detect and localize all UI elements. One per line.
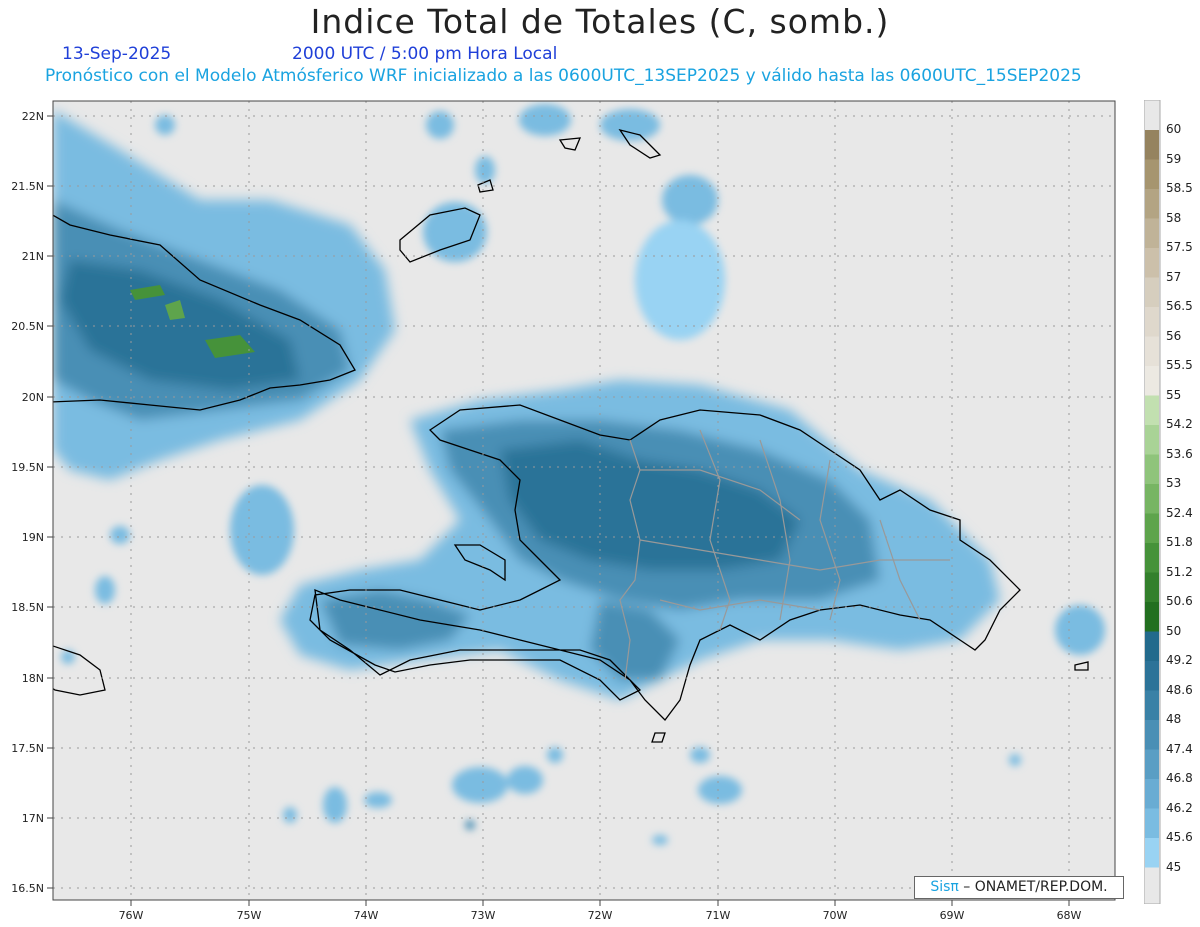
lat-label: 21N — [22, 250, 44, 263]
colorbar-label: 52.4 — [1166, 505, 1193, 520]
colorbar-label: 45 — [1166, 859, 1182, 874]
colorbar-label: 60 — [1166, 122, 1182, 136]
colorbar-swatch — [1145, 661, 1159, 691]
lat-label: 21.5N — [11, 180, 44, 193]
colorbar-label: 46.8 — [1166, 771, 1193, 785]
colorbar-swatch — [1145, 808, 1159, 838]
colorbar-label: 50.6 — [1166, 594, 1193, 608]
credit-text: – ONAMET/REP.DOM. — [958, 879, 1108, 895]
colorbar-swatch — [1145, 690, 1159, 720]
lon-label: 71W — [706, 909, 731, 922]
lat-label: 18.5N — [11, 601, 44, 614]
colorbar-swatch — [1145, 307, 1159, 337]
lat-label: 16.5N — [11, 882, 44, 895]
lon-label: 76W — [119, 909, 144, 922]
colorbar-label: 58.5 — [1166, 181, 1193, 195]
colorbar-swatch — [1145, 749, 1159, 779]
colorbar-swatch — [1145, 189, 1159, 219]
colorbar-label: 56.5 — [1166, 299, 1193, 313]
colorbar-swatch — [1145, 631, 1159, 661]
colorbar-swatch — [1145, 572, 1159, 602]
colorbar-label: 53 — [1166, 476, 1182, 490]
colorbar-swatch — [1145, 779, 1159, 809]
lon-label: 72W — [588, 909, 613, 922]
lon-label: 73W — [471, 909, 496, 922]
colorbar-label: 51.8 — [1166, 535, 1193, 549]
colorbar-label: 54.2 — [1166, 417, 1193, 431]
colorbar-swatch — [1145, 130, 1159, 160]
lat-label: 19N — [22, 531, 44, 544]
colorbar-label: 45.6 — [1166, 830, 1193, 844]
colorbar-label: 58 — [1166, 210, 1182, 225]
colorbar-label: 57.5 — [1166, 240, 1193, 254]
colorbar-label: 55 — [1166, 387, 1182, 402]
lon-label: 74W — [354, 909, 379, 922]
colorbar-swatch — [1145, 543, 1159, 573]
colorbar-label: 57 — [1166, 269, 1182, 284]
map-canvas: 22N 21.5N 21N 20.5N 20N 19.5N 19N 18.5N … — [11, 100, 1116, 922]
colorbar-label: 59 — [1166, 151, 1182, 166]
colorbar-swatch — [1145, 277, 1159, 307]
colorbar-label: 55.5 — [1166, 358, 1193, 372]
lat-label: 17N — [22, 812, 44, 825]
lat-label: 17.5N — [11, 742, 44, 755]
colorbar-label: 49.2 — [1166, 653, 1193, 667]
lon-label: 68W — [1057, 909, 1082, 922]
lon-label: 75W — [237, 909, 262, 922]
lat-label: 20.5N — [11, 320, 44, 333]
colorbar-label: 48.6 — [1166, 682, 1193, 697]
colorbar-swatch — [1145, 159, 1159, 189]
colorbar-swatch — [1145, 218, 1159, 248]
lat-label: 20N — [22, 391, 44, 404]
colorbar-swatch — [1145, 602, 1159, 632]
lat-label: 19.5N — [11, 461, 44, 474]
sispi-logo-text: Sisπ — [930, 879, 959, 895]
colorbar-swatch — [1145, 484, 1159, 514]
colorbar-swatch — [1145, 395, 1159, 425]
colorbar-label: 47.4 — [1166, 741, 1193, 756]
colorbar-swatch — [1145, 248, 1159, 278]
colorbar-label: 50 — [1166, 623, 1182, 638]
colorbar-swatch — [1145, 720, 1159, 750]
colorbar-swatch — [1145, 366, 1159, 396]
lon-label: 70W — [823, 909, 848, 922]
colorbar — [1144, 100, 1161, 904]
lat-label: 22N — [22, 110, 44, 123]
colorbar-label: 51.2 — [1166, 564, 1193, 579]
colorbar-swatch — [1145, 838, 1159, 868]
lat-label: 18N — [22, 672, 44, 685]
lon-label: 69W — [940, 909, 965, 922]
latitude-labels: 22N 21.5N 21N 20.5N 20N 19.5N 19N 18.5N … — [11, 110, 44, 895]
credit-box: Sisπ – ONAMET/REP.DOM. — [914, 876, 1124, 899]
colorbar-swatch — [1145, 513, 1159, 543]
colorbar-label: 53.6 — [1166, 446, 1193, 461]
colorbar-label: 48 — [1166, 712, 1182, 726]
colorbar-swatch — [1145, 454, 1159, 484]
colorbar-label: 46.2 — [1166, 800, 1193, 815]
colorbar-swatch — [1145, 425, 1159, 455]
colorbar-swatch — [1145, 336, 1159, 366]
longitude-labels: 76W 75W 74W 73W 72W 71W 70W 69W 68W — [119, 909, 1082, 922]
colorbar-label: 56 — [1166, 328, 1182, 343]
